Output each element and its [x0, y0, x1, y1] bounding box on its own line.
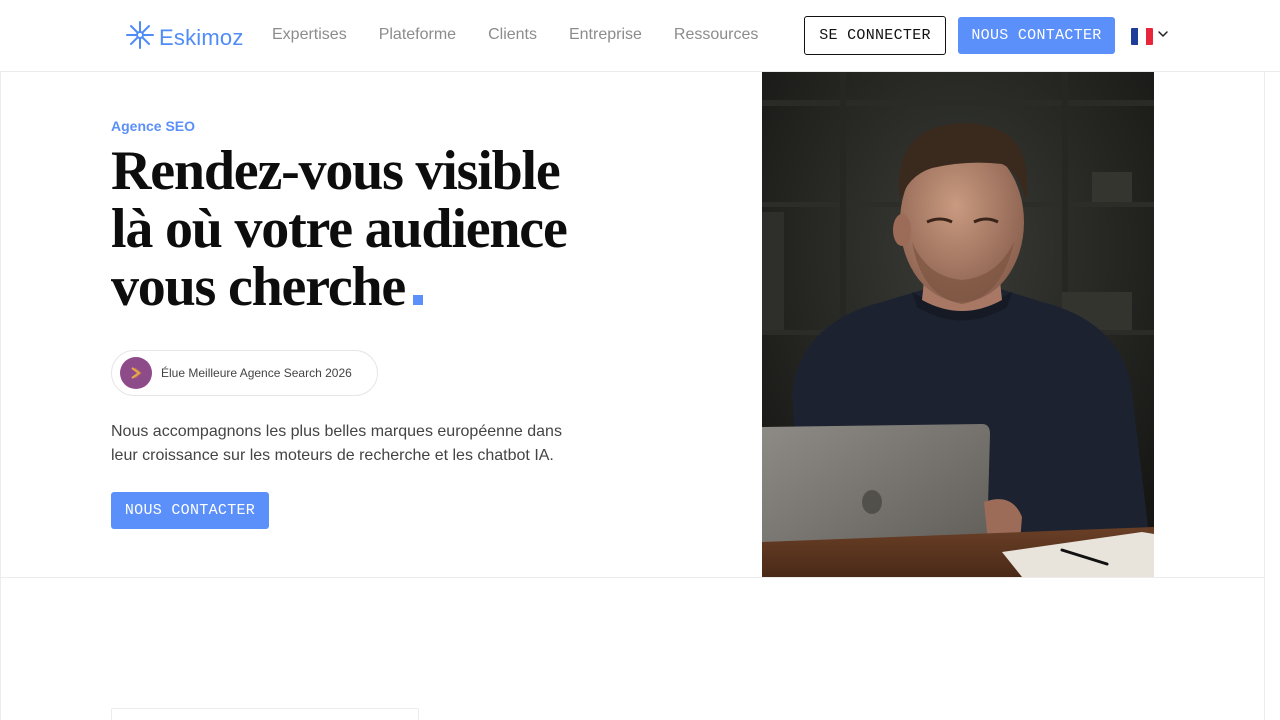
headline-line-2: là où votre audience — [111, 198, 568, 260]
headline-line-3: vous cherche — [111, 256, 406, 318]
award-text: Élue Meilleure Agence Search 2026 — [161, 366, 352, 380]
header-contact-button[interactable]: NOUS CONTACTER — [958, 17, 1115, 54]
nav-item-clients[interactable]: Clients — [488, 25, 537, 45]
accent-dot — [413, 295, 424, 305]
language-selector[interactable] — [1131, 27, 1169, 45]
hero-photo — [762, 72, 1154, 577]
nav-item-expertises[interactable]: Expertises — [272, 25, 347, 45]
logo[interactable]: Eskimoz — [125, 20, 244, 55]
hero-contact-button[interactable]: NOUS CONTACTER — [111, 492, 269, 529]
award-pill: Élue Meilleure Agence Search 2026 — [111, 350, 378, 396]
hero-headline: Rendez-vous visible là où votre audience… — [111, 142, 631, 316]
nav-item-ressources[interactable]: Ressources — [674, 25, 758, 45]
card-preview — [111, 708, 419, 720]
login-button[interactable]: SE CONNECTER — [804, 16, 946, 55]
frame-divider-right — [1264, 72, 1265, 720]
snowflake-icon — [125, 20, 155, 55]
nav-item-plateforme[interactable]: Plateforme — [379, 25, 456, 45]
hero-divider — [0, 577, 1265, 578]
site-header: Eskimoz Expertises Plateforme Clients En… — [0, 0, 1280, 72]
main-nav: Expertises Plateforme Clients Entreprise… — [272, 25, 758, 45]
frame-divider-left — [0, 72, 1, 720]
logo-text: Eskimoz — [159, 24, 244, 50]
nav-item-entreprise[interactable]: Entreprise — [569, 25, 642, 45]
headline-line-1: Rendez-vous visible — [111, 140, 561, 202]
chevron-down-icon — [1157, 27, 1169, 45]
hero-description: Nous accompagnons les plus belles marque… — [111, 423, 562, 464]
flag-fr-icon — [1131, 27, 1153, 45]
award-badge-icon — [120, 357, 152, 389]
hero-eyebrow: Agence SEO — [111, 118, 196, 134]
